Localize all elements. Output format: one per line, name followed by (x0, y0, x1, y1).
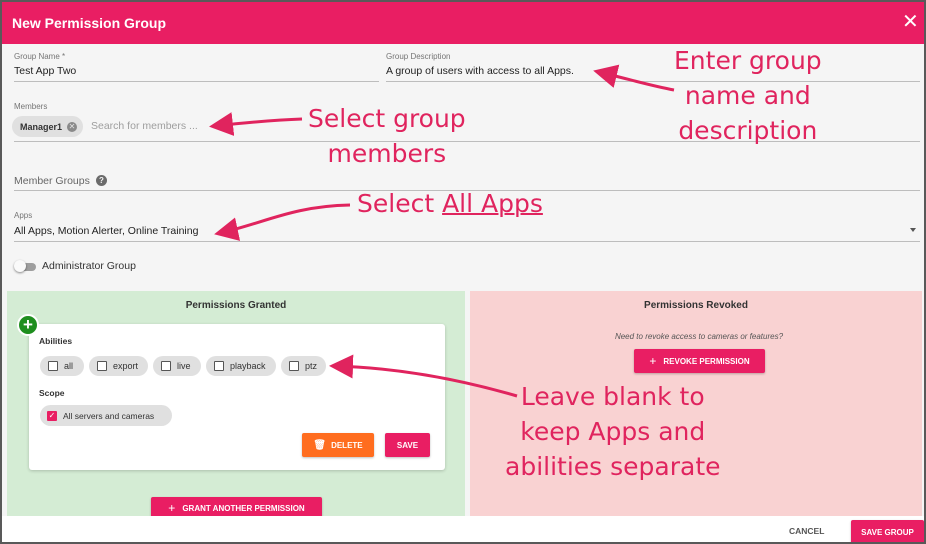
add-permission-icon[interactable]: + (17, 314, 39, 336)
arrow-to-members (209, 112, 303, 136)
annotation-arrows (209, 64, 675, 398)
dialog-frame: New Permission Group ✕ Group Name * Test… (0, 0, 926, 544)
arrow-to-abilities (329, 354, 518, 398)
arrow-to-apps (214, 203, 351, 241)
arrow-to-description (593, 64, 675, 92)
